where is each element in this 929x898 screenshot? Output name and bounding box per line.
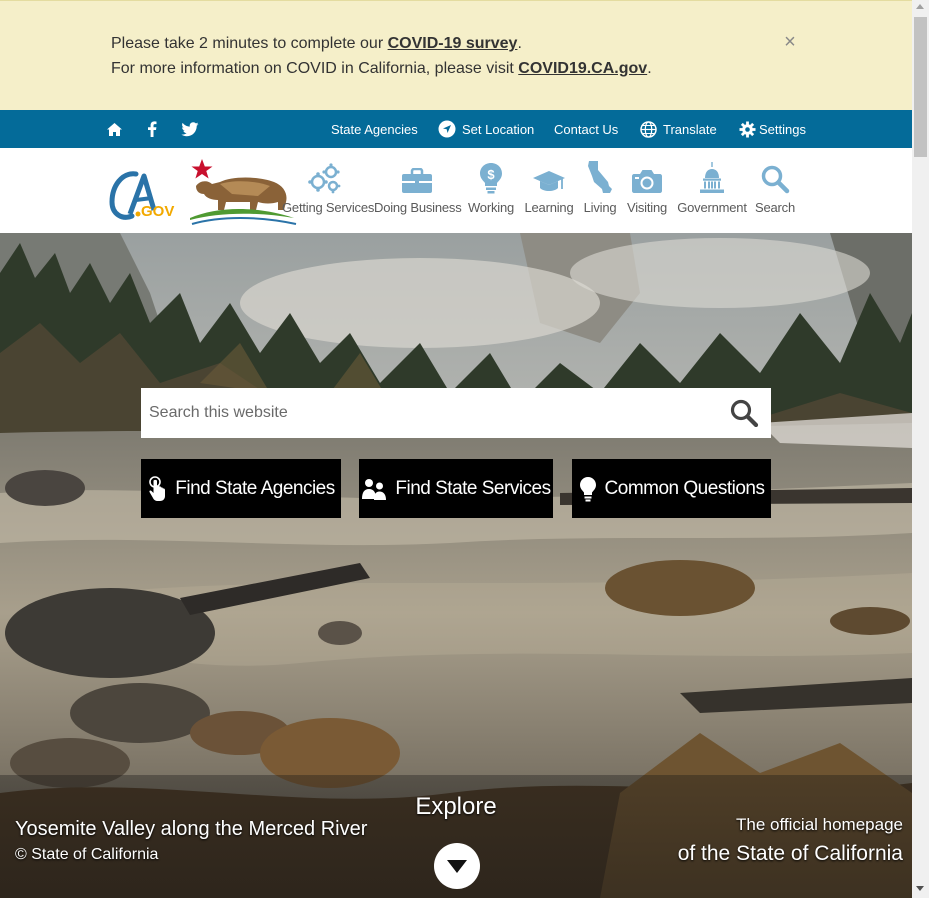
explore-button[interactable] bbox=[434, 843, 480, 889]
camera-icon bbox=[632, 170, 662, 193]
site-search-input[interactable] bbox=[141, 388, 721, 438]
translate-button[interactable]: Translate bbox=[640, 110, 717, 148]
alert-text: Please take 2 minutes to complete our CO… bbox=[111, 31, 652, 81]
graduation-cap-icon bbox=[533, 171, 565, 191]
nav-getting-services[interactable]: Getting Services bbox=[282, 158, 375, 228]
find-state-agencies-button[interactable]: Find State Agencies bbox=[141, 459, 341, 518]
alert-line1-text: Please take 2 minutes to complete our bbox=[111, 35, 388, 52]
ca-gov-logo[interactable]: GOV bbox=[108, 154, 298, 230]
gears-icon bbox=[308, 163, 341, 194]
hand-pointer-icon bbox=[149, 475, 166, 501]
official-homepage-line1: The official homepage bbox=[736, 815, 903, 834]
lightbulb-dollar-icon: $ bbox=[480, 163, 502, 194]
covid19-site-link[interactable]: COVID19.CA.gov bbox=[518, 60, 647, 77]
facebook-icon bbox=[148, 121, 157, 137]
nav-search[interactable]: Search bbox=[752, 158, 798, 228]
site-search bbox=[141, 388, 771, 438]
svg-text:GOV: GOV bbox=[141, 203, 174, 220]
briefcase-icon bbox=[402, 168, 432, 193]
settings-button[interactable]: Settings bbox=[739, 110, 806, 148]
find-state-services-button[interactable]: Find State Services bbox=[359, 459, 553, 518]
set-location-button[interactable]: Set Location bbox=[438, 110, 534, 148]
nav-doing-business[interactable]: Doing Business bbox=[374, 158, 462, 228]
scroll-up-arrow[interactable] bbox=[916, 4, 924, 9]
nav-getting-services-label: Getting Services bbox=[282, 200, 375, 215]
home-icon bbox=[107, 122, 122, 136]
state-agencies-label: State Agencies bbox=[331, 121, 418, 137]
gear-icon bbox=[739, 121, 756, 137]
settings-label: Settings bbox=[759, 121, 806, 137]
common-questions-button[interactable]: Common Questions bbox=[572, 459, 771, 518]
nav-working[interactable]: $ Working bbox=[466, 158, 516, 228]
common-questions-label: Common Questions bbox=[604, 477, 765, 499]
nav-government-label: Government bbox=[677, 200, 747, 215]
svg-text:$: $ bbox=[487, 167, 495, 182]
main-header: GOV Getting Services Doing Business $ Wo… bbox=[0, 148, 912, 233]
twitter-icon bbox=[181, 121, 199, 136]
scroll-down-arrow[interactable] bbox=[916, 886, 924, 891]
globe-icon bbox=[640, 120, 657, 138]
home-link[interactable] bbox=[106, 110, 123, 148]
alert-line2-text: For more information on COVID in Califor… bbox=[111, 60, 519, 77]
covid-survey-link[interactable]: COVID-19 survey bbox=[388, 35, 518, 52]
nav-visiting[interactable]: Visiting bbox=[624, 158, 670, 228]
people-icon bbox=[362, 478, 387, 500]
find-state-agencies-label: Find State Agencies bbox=[175, 477, 335, 499]
explore-label: Explore bbox=[415, 793, 497, 820]
scroll-thumb[interactable] bbox=[914, 17, 927, 157]
set-location-label: Set Location bbox=[462, 121, 535, 137]
official-homepage-line2: of the State of California bbox=[677, 842, 903, 865]
state-agencies-link[interactable]: State Agencies bbox=[331, 110, 418, 148]
alert-line2-suffix: . bbox=[647, 60, 652, 77]
lightbulb-icon bbox=[579, 476, 596, 501]
translate-label: Translate bbox=[663, 121, 717, 137]
find-state-services-label: Find State Services bbox=[395, 477, 551, 499]
utility-header: State Agencies Set Location Contact Us T… bbox=[0, 110, 912, 148]
capitol-icon bbox=[700, 162, 724, 193]
contact-us-label: Contact Us bbox=[554, 121, 619, 137]
nav-search-label: Search bbox=[755, 200, 795, 215]
site-search-button[interactable] bbox=[729, 399, 761, 429]
facebook-link[interactable] bbox=[147, 110, 157, 148]
alert-line1-suffix: . bbox=[517, 35, 522, 52]
ca-gov-logo-graphic: GOV bbox=[109, 159, 297, 225]
close-alert-button[interactable]: × bbox=[782, 31, 798, 53]
hero-section: Find State Agencies Find State Services … bbox=[0, 233, 912, 898]
search-icon bbox=[761, 165, 790, 194]
nav-learning[interactable]: Learning bbox=[522, 158, 576, 228]
nav-doing-business-label: Doing Business bbox=[374, 200, 462, 215]
contact-us-link[interactable]: Contact Us bbox=[554, 110, 618, 148]
twitter-link[interactable] bbox=[181, 110, 199, 148]
nav-living-label: Living bbox=[583, 200, 617, 215]
photo-caption-credit: © State of California bbox=[15, 846, 159, 863]
chevron-down-icon bbox=[447, 860, 467, 873]
nav-working-label: Working bbox=[467, 200, 515, 215]
location-icon bbox=[438, 120, 456, 138]
nav-living[interactable]: Living bbox=[580, 158, 620, 228]
page-scrollbar[interactable] bbox=[912, 0, 929, 898]
nav-government[interactable]: Government bbox=[676, 158, 748, 228]
nav-learning-label: Learning bbox=[524, 200, 574, 215]
california-icon bbox=[588, 161, 612, 193]
photo-caption-title: Yosemite Valley along the Merced River bbox=[15, 818, 368, 840]
search-icon bbox=[730, 399, 759, 428]
nav-visiting-label: Visiting bbox=[626, 200, 668, 215]
covid-alert-banner: Please take 2 minutes to complete our CO… bbox=[0, 0, 912, 110]
